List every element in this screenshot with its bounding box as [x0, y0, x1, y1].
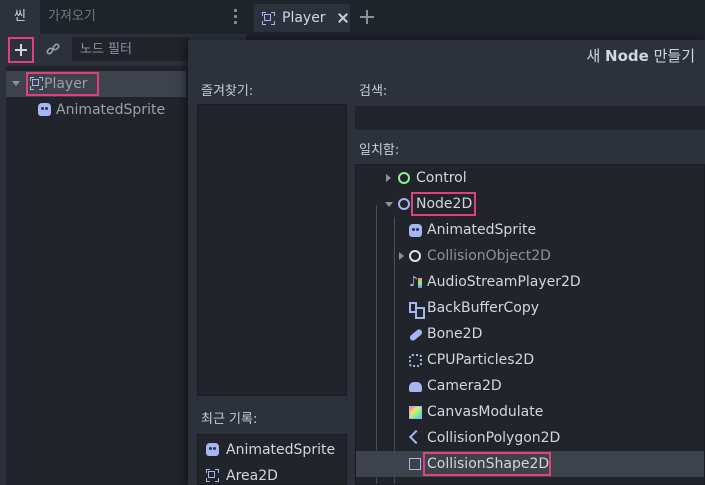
node-item-label: Bone2D [427, 326, 483, 342]
new-scene-icon[interactable] [360, 10, 374, 24]
node-item-label: Camera2D [427, 378, 502, 394]
favorites-list[interactable] [197, 104, 347, 396]
canvas-modulate-icon [409, 406, 422, 419]
recent-list: AnimatedSprite Area2D [197, 434, 347, 485]
node-item-collision-object[interactable]: CollisionObject2D [356, 243, 704, 269]
tree-item-label: Player [44, 76, 88, 92]
area2d-icon [262, 12, 275, 25]
node-item-collision-polygon[interactable]: CollisionPolygon2D [356, 425, 704, 451]
bone-icon [408, 328, 424, 342]
animated-sprite-icon [38, 103, 51, 116]
recent-item-label: AnimatedSprite [226, 442, 336, 458]
close-icon[interactable] [338, 13, 348, 23]
favorites-label: 즐겨찾기: [201, 84, 254, 99]
recent-label: 최근 기록: [201, 412, 258, 427]
node-item-camera[interactable]: Camera2D [356, 373, 704, 399]
create-node-dialog: 새 Node 만들기 즐겨찾기: 최근 기록: AnimatedSprite A… [188, 40, 705, 485]
dock-menu-icon[interactable] [234, 9, 238, 25]
node-item-animated-sprite[interactable]: AnimatedSprite [356, 217, 704, 243]
node-item-label: Control [416, 170, 467, 186]
node-item-label: CollisionPolygon2D [427, 430, 561, 446]
collision-object-icon [409, 250, 421, 262]
expand-arrow-icon[interactable] [399, 252, 404, 260]
collision-shape-icon [409, 458, 421, 470]
control-icon [398, 172, 410, 184]
cpu-particles-icon [409, 354, 422, 367]
camera-icon [409, 382, 422, 392]
tree-item-label: AnimatedSprite [56, 102, 166, 118]
tab-player-scene[interactable]: Player [254, 4, 350, 32]
tree-item-player[interactable]: Player [6, 71, 186, 97]
node-item-back-buffer-copy[interactable]: BackBufferCopy [356, 295, 704, 321]
tree-item-animated-sprite[interactable]: AnimatedSprite [6, 97, 186, 123]
matches-label: 일치함: [359, 143, 400, 158]
node-item-label: BackBufferCopy [427, 300, 539, 316]
editor-tab-bar: Player [246, 0, 705, 40]
expand-arrow-icon[interactable] [386, 174, 391, 182]
instance-link-icon[interactable] [46, 42, 60, 56]
node-class-tree: Control Node2D AnimatedSprite CollisionO… [355, 164, 705, 485]
back-buffer-copy-icon [409, 302, 425, 319]
audio-stream-player-icon [409, 269, 422, 295]
area2d-icon [30, 77, 43, 90]
animated-sprite-icon [206, 443, 219, 456]
node-item-canvas-modulate[interactable]: CanvasModulate [356, 399, 704, 425]
collapse-arrow-icon[interactable] [385, 202, 393, 207]
node-item-label: CollisionObject2D [427, 248, 551, 264]
dialog-title: 새 Node 만들기 [586, 47, 695, 65]
add-child-node-button[interactable] [8, 37, 34, 63]
area2d-icon [206, 469, 219, 482]
node-item-label: AnimatedSprite [427, 222, 537, 238]
node-item-collision-shape[interactable]: CollisionShape2D [356, 451, 704, 477]
node-item-audio-stream-player[interactable]: AudioStreamPlayer2D [356, 269, 704, 295]
node-item-bone[interactable]: Bone2D [356, 321, 704, 347]
collision-polygon-icon [409, 432, 421, 444]
node-item-node2d[interactable]: Node2D [356, 191, 704, 217]
node-item-label: CollisionShape2D [427, 456, 550, 472]
node-item-cpu-particles[interactable]: CPUParticles2D [356, 347, 704, 373]
recent-item-label: Area2D [226, 468, 278, 484]
scene-dock-tabs: 씬 가져오기 [0, 0, 246, 34]
dialog-title-bar: 새 Node 만들기 [188, 40, 705, 72]
search-label: 검색: [359, 84, 388, 99]
animated-sprite-icon [409, 224, 422, 237]
tab-import[interactable]: 가져오기 [48, 0, 96, 34]
node-filter-input[interactable] [72, 37, 190, 61]
node-item-label: AudioStreamPlayer2D [427, 274, 581, 290]
node-item-label: CanvasModulate [427, 404, 544, 420]
tab-scene[interactable]: 씬 [0, 0, 40, 34]
node-item-control[interactable]: Control [356, 165, 704, 191]
collapse-arrow-icon[interactable] [12, 81, 20, 86]
scene-tree: Player AnimatedSprite [6, 66, 190, 485]
node-item-label: Node2D [416, 196, 473, 212]
search-input[interactable] [355, 106, 705, 130]
tab-label: Player [282, 10, 326, 26]
node-item-label: CPUParticles2D [427, 352, 535, 368]
node2d-icon [398, 198, 410, 210]
